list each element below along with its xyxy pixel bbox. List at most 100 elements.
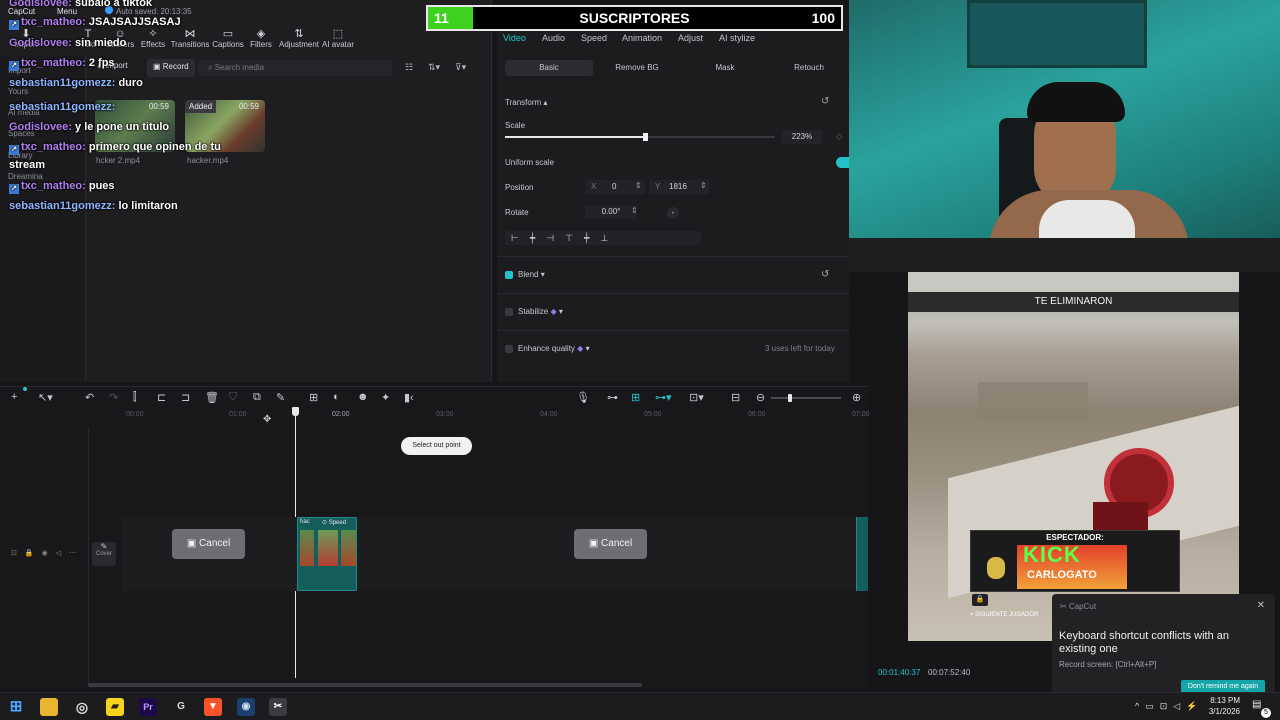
- uniform-scale-toggle[interactable]: [836, 157, 849, 168]
- stepper-icon[interactable]: ⇕: [631, 206, 638, 215]
- spectator-label: ESPECTADOR:: [1046, 533, 1104, 542]
- sub-tab-basic[interactable]: Basic: [505, 60, 593, 76]
- sub-tab-retouch[interactable]: Retouch: [775, 60, 843, 76]
- sub-tab-remove-bg[interactable]: Remove BG: [597, 60, 677, 76]
- chat-text: sin miedo: [75, 37, 127, 49]
- crop-icon[interactable]: ⧉: [253, 391, 261, 404]
- magic-icon[interactable]: ✦: [381, 391, 390, 404]
- sort-icon[interactable]: ⇅▾: [428, 62, 440, 73]
- current-time: 00:01:40:37: [878, 668, 921, 677]
- enhance-checkbox[interactable]: [505, 345, 513, 353]
- tab-animation[interactable]: Animation: [622, 33, 662, 43]
- align-toolbar[interactable]: ⊢┿⊣⊤┿⊥: [505, 231, 701, 245]
- time-tick: 05:00: [644, 411, 662, 418]
- add-track-icon[interactable]: +: [11, 391, 17, 403]
- stabilize-checkbox[interactable]: [505, 308, 513, 316]
- scale-slider[interactable]: [505, 133, 775, 141]
- chat-message: ↗ txc_matheo: JSAJSAJJSASAJ: [9, 16, 181, 30]
- zoom-slider-handle[interactable]: [788, 394, 792, 402]
- premiere-icon[interactable]: Pr: [139, 698, 157, 716]
- snap-icon[interactable]: ⊶▾: [655, 391, 672, 404]
- tool-ai-avatar[interactable]: ⬚ AI avatar: [314, 28, 362, 49]
- filter-icon[interactable]: ⊽▾: [455, 62, 466, 73]
- eliminated-banner: TE ELIMINARON: [908, 292, 1239, 312]
- delete-icon[interactable]: 🗑: [205, 391, 219, 404]
- select-tool-icon[interactable]: ↖▾: [38, 391, 53, 404]
- magnet-icon[interactable]: ⊞: [631, 391, 640, 404]
- person-icon[interactable]: ☻: [357, 391, 369, 403]
- app-g-icon[interactable]: G: [172, 698, 190, 716]
- speed-icon: ⊙: [322, 520, 329, 526]
- chat-message: ↗ txc_matheo: 2 fps: [9, 57, 115, 71]
- playhead-handle[interactable]: [292, 407, 299, 416]
- split-icon[interactable]: ⫿: [133, 391, 137, 404]
- zoom-out-icon[interactable]: ⊖: [756, 391, 765, 404]
- cancel-button[interactable]: ▣ Cancel: [574, 529, 647, 559]
- search-input[interactable]: ⌕ Search media: [198, 60, 392, 76]
- track-controls[interactable]: ⊡🔒◉◁⋯: [11, 549, 84, 557]
- zoom-slider[interactable]: [771, 394, 841, 402]
- caption-icon[interactable]: ⊟: [731, 391, 740, 404]
- cancel-button[interactable]: ▣ Cancel: [172, 529, 245, 559]
- preview-axis-icon[interactable]: ⊡▾: [689, 391, 704, 404]
- sticky-notes-icon[interactable]: ▰: [106, 698, 124, 716]
- clock-date: 3/1/2026: [1208, 707, 1240, 716]
- chat-message: ↗ txc_matheo: primero que opinen de tu: [9, 141, 221, 155]
- brave-browser-icon[interactable]: ▼: [204, 698, 222, 716]
- undo-icon[interactable]: ↶: [85, 391, 94, 404]
- zoom-in-icon[interactable]: ⊕: [852, 391, 861, 404]
- cover-button[interactable]: ✎ Cover: [92, 542, 116, 566]
- freeze-icon[interactable]: ⊞: [309, 391, 318, 404]
- capcut-taskbar-icon[interactable]: ✂: [269, 698, 287, 716]
- timeline-clip[interactable]: hac ⊙ Speed: [297, 517, 357, 591]
- time-tick: 06:00: [748, 411, 766, 418]
- tab-video[interactable]: Video: [503, 33, 526, 43]
- notification-center-icon[interactable]: ▤: [1252, 699, 1261, 710]
- close-icon[interactable]: ✕: [1257, 600, 1265, 611]
- chat-text: subalo a tiktok: [75, 0, 153, 9]
- link-icon[interactable]: ⊶: [607, 391, 618, 404]
- edit-icon[interactable]: ✎: [276, 391, 285, 404]
- stepper-icon[interactable]: ⇕: [700, 181, 707, 190]
- tab-ai-stylize[interactable]: AI stylize: [719, 33, 755, 43]
- blend-checkbox[interactable]: [505, 271, 513, 279]
- time-tick: 07:00: [852, 411, 870, 418]
- keyframe-icon[interactable]: ◇: [836, 132, 842, 141]
- steam-icon[interactable]: ◉: [237, 698, 255, 716]
- time-tick: 03:00: [436, 411, 454, 418]
- delete-left-icon[interactable]: ⊏: [157, 391, 166, 404]
- sub-tab-mask[interactable]: Mask: [685, 60, 765, 76]
- reset-icon[interactable]: ↺: [821, 269, 829, 280]
- stepper-icon[interactable]: ⇕: [635, 181, 642, 190]
- view-toggle-icon[interactable]: ☷: [405, 62, 413, 73]
- redo-icon[interactable]: ↷: [109, 391, 118, 404]
- select-out-point-tooltip: Select out point: [401, 437, 472, 455]
- enhance-usage-note: 3 uses left for today: [765, 344, 835, 353]
- system-tray-icons[interactable]: ^▭⊡◁⚡: [1135, 701, 1203, 712]
- scale-slider-handle[interactable]: [643, 133, 649, 141]
- more-tools-icon[interactable]: ▮‹: [404, 391, 414, 404]
- timeline-clip[interactable]: [856, 517, 868, 591]
- transform-section[interactable]: Transform ▴: [505, 98, 547, 107]
- file-explorer-icon[interactable]: [40, 698, 58, 716]
- app-circle-icon[interactable]: ◎: [73, 698, 91, 716]
- delete-right-icon[interactable]: ⊐: [181, 391, 190, 404]
- rotate-dial[interactable]: -: [667, 207, 679, 219]
- notification-detail: Record screen: [Ctrl+Alt+P]: [1059, 660, 1157, 669]
- shield-icon[interactable]: ⛉: [229, 391, 237, 404]
- blend-section[interactable]: Blend ▾: [518, 270, 545, 279]
- enhance-quality-section[interactable]: Enhance quality ◆ ▾: [518, 344, 590, 353]
- chat-username: Godislovee:: [9, 37, 76, 49]
- tab-speed[interactable]: Speed: [581, 33, 607, 43]
- record-button[interactable]: ▣ Record: [147, 59, 195, 77]
- reset-icon[interactable]: ↺: [821, 96, 829, 107]
- rotate-field[interactable]: 0.00°: [585, 205, 637, 219]
- timeline-scrollbar[interactable]: [88, 683, 642, 687]
- stabilize-section[interactable]: Stabilize ◆ ▾: [518, 307, 563, 316]
- tab-audio[interactable]: Audio: [542, 33, 565, 43]
- scale-value[interactable]: 223%: [782, 130, 822, 144]
- tab-adjust[interactable]: Adjust: [678, 33, 703, 43]
- mirror-icon[interactable]: ◐: [333, 391, 340, 403]
- windows-start-icon[interactable]: ⊞: [7, 698, 25, 716]
- microphone-icon[interactable]: 🎙: [576, 391, 590, 404]
